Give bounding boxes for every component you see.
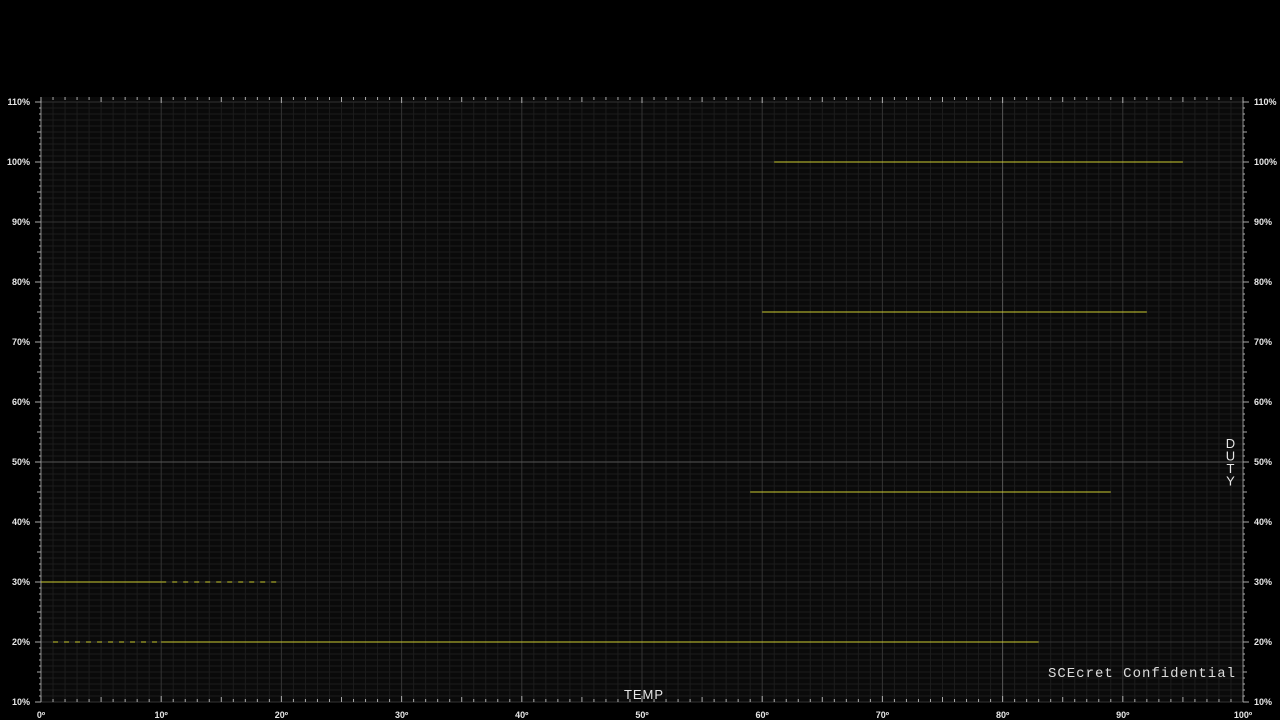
y-tick-label-right: 80% (1254, 277, 1272, 287)
y-tick-label-left: 20% (12, 637, 30, 647)
y-tick-label-left: 40% (12, 517, 30, 527)
x-tick-label: 20º (275, 710, 289, 720)
x-tick-label: 40º (515, 710, 529, 720)
x-tick-label: 10º (155, 710, 169, 720)
x-tick-label: 100º (1234, 710, 1253, 720)
y-tick-label-left: 10% (12, 697, 30, 707)
grid (40, 97, 1244, 703)
y-tick-label-right: 70% (1254, 337, 1272, 347)
y-tick-label-left: 100% (7, 157, 30, 167)
fan-curve-chart: 0º 10º 20º 30º 40º 50º 60º 70º 80º 90º 100º10% 10%2… (0, 0, 1280, 720)
y-tick-label-left: 90% (12, 217, 30, 227)
y-axis-title: DUTY (1226, 436, 1236, 489)
y-tick-label-right: 50% (1254, 457, 1272, 467)
y-tick-label-left: 30% (12, 577, 30, 587)
x-tick-label: 50º (635, 710, 649, 720)
y-tick-label-right: 100% (1254, 157, 1277, 167)
y-tick-label-right: 60% (1254, 397, 1272, 407)
x-tick-label: 30º (395, 710, 409, 720)
y-tick-label-right: 90% (1254, 217, 1272, 227)
y-tick-label-right: 110% (1254, 97, 1277, 107)
x-tick-label: 90º (1116, 710, 1130, 720)
confidential-watermark: SCEcret Confidential (1048, 666, 1236, 682)
y-tick-label-right: 30% (1254, 577, 1272, 587)
y-tick-label-right: 40% (1254, 517, 1272, 527)
y-tick-label-left: 50% (12, 457, 30, 467)
y-tick-label-left: 60% (12, 397, 30, 407)
y-tick-label-left: 70% (12, 337, 30, 347)
x-tick-label: 70º (876, 710, 890, 720)
x-tick-label: 0º (37, 710, 46, 720)
y-tick-label-right: 20% (1254, 637, 1272, 647)
y-tick-label-right: 10% (1254, 697, 1272, 707)
x-tick-label: 60º (756, 710, 770, 720)
x-axis-title: TEMP (624, 687, 664, 702)
x-tick-label: 80º (996, 710, 1010, 720)
y-tick-label-left: 110% (7, 97, 30, 107)
y-tick-label-left: 80% (12, 277, 30, 287)
